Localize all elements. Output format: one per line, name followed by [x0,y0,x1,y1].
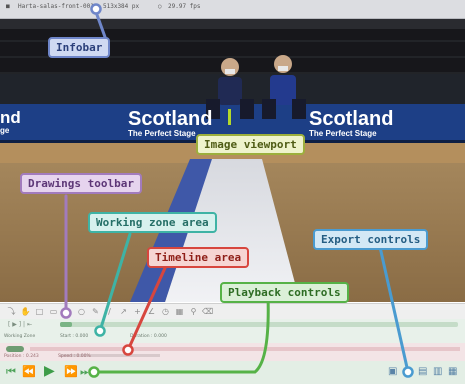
circle-tool-icon[interactable]: ○ [76,306,87,317]
eraser-icon[interactable]: ⌫ [202,306,213,317]
last-frame-icon[interactable]: ⏭ [80,365,90,379]
line-tool-icon[interactable]: ∕ [104,306,115,317]
working-zone-callout: Working zone area [88,212,217,233]
infobar-filename: Harta-salas-front-0012 [18,3,98,10]
timeline-callout: Timeline area [147,247,250,268]
drawings-toolbar: ⤵ ✋ □ ▭ ◉ ○ ✎ ∕ ↗ + ∠ ◷ ▦ ⚲ ⌫ [0,303,465,320]
export-diff-icon[interactable]: ▦ [448,366,457,377]
banner-text: Scotland The Perfect Stage [309,109,393,138]
working-zone-caption: Working Zone [4,334,36,339]
working-zone-start: Start : 0.000 [60,334,89,339]
label-icon[interactable]: ▭ [48,306,59,317]
timeline-speed: Speed : 0.00% [58,354,91,359]
banner-line1: Scotland [309,108,394,130]
key-image-icon[interactable]: ◉ [62,306,73,317]
export-controls: ▣ ▩ ▤ ▥ ▦ [388,366,462,380]
export-images-icon[interactable]: ▥ [433,366,442,377]
timeline-toggle[interactable] [6,346,24,352]
infobar-callout: Infobar [48,37,111,58]
working-zone-duration: Duration : 0.000 [130,334,167,339]
drawings-toolbar-callout: Drawings toolbar [20,173,142,194]
export-video-icon[interactable]: ▩ [403,366,412,377]
banner-fragment-line1: nd [0,108,21,127]
snapshot-icon[interactable]: ▣ [388,366,397,377]
playback-area: ⏮ ⏪ ▶ ⏩ ⏭ ▣ ▩ ▤ ▥ ▦ [0,361,465,384]
banner-fragment-line2: ge [0,126,10,135]
grid-icon[interactable]: ▦ [174,306,185,317]
arrow-tool-icon[interactable]: ↗ [118,306,129,317]
pointer-icon[interactable]: ⤵ [6,306,17,317]
hand-icon[interactable]: ✋ [20,306,31,317]
infobar-fps: 29.97 fps [168,3,201,10]
export-controls-callout: Export controls [313,229,429,250]
playback-controls-callout: Playback controls [220,282,349,303]
chrono-icon[interactable]: ◷ [160,306,171,317]
export-image-icon[interactable]: ▤ [418,366,427,377]
infobar: ■ Harta-salas-front-0012 513x384 px ○ 29… [0,0,465,19]
working-zone-handle[interactable] [60,322,72,327]
angle-icon[interactable]: ∠ [146,306,157,317]
next-frame-icon[interactable]: ⏩ [64,365,78,378]
play-icon[interactable]: ▶ [44,363,55,379]
banner-line2: The Perfect Stage [309,129,377,138]
timeline-track[interactable] [30,347,460,351]
fps-icon: ○ [158,3,162,10]
magnifier-icon[interactable]: ⚲ [188,306,199,317]
comment-icon[interactable]: □ [34,306,45,317]
working-zone-track[interactable] [60,322,458,327]
menu-icon[interactable]: ■ [6,3,10,10]
cross-icon[interactable]: + [132,306,143,317]
timeline-position: Position : 0.243 [4,354,39,359]
working-zone-area: [ ▶ ] | ⇤ Working Zone Start : 0.000 Dur… [0,319,465,343]
banner-line1: Scotland [128,108,213,130]
previous-frame-icon[interactable]: ⏪ [22,365,36,378]
banner-fragment: nd ge [0,109,21,135]
first-frame-icon[interactable]: ⏮ [6,365,16,379]
pencil-icon[interactable]: ✎ [90,306,101,317]
zone-marker-icons[interactable]: [ ▶ ] | ⇤ [8,321,32,328]
image-viewport-callout: Image viewport [196,134,305,155]
timeline-area: Position : 0.243 Speed : 0.00% [0,343,465,361]
infobar-resolution: 513x384 px [103,3,140,10]
